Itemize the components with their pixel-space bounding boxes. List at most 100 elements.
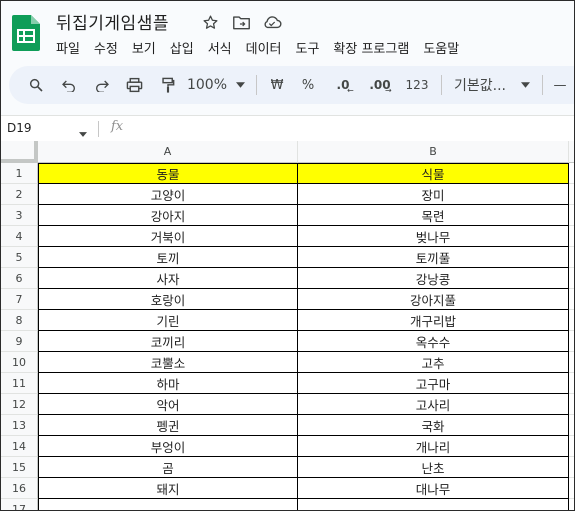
cell-empty[interactable] — [569, 373, 574, 394]
cell-plant[interactable]: 난초 — [298, 457, 569, 478]
cell-empty[interactable] — [569, 163, 574, 184]
cloud-saved-icon[interactable] — [261, 12, 283, 32]
column-header-c[interactable] — [569, 141, 574, 163]
chevron-down-icon[interactable] — [514, 72, 536, 98]
row-header[interactable]: 8 — [1, 310, 38, 331]
menu-data[interactable]: 데이터 — [246, 37, 282, 58]
zoom-value[interactable]: 100% — [184, 72, 230, 98]
cell-animal[interactable]: 사자 — [38, 268, 298, 289]
row-header[interactable]: 17 — [1, 499, 38, 510]
cell-empty[interactable] — [569, 184, 574, 205]
cell-empty[interactable] — [569, 394, 574, 415]
cell-empty[interactable] — [569, 310, 574, 331]
search-menus-icon[interactable] — [19, 72, 52, 98]
menu-view[interactable]: 보기 — [132, 37, 156, 58]
row-header[interactable]: 13 — [1, 415, 38, 436]
redo-icon[interactable] — [85, 72, 118, 98]
font-select[interactable]: 기본값... — [448, 72, 514, 98]
cell-animal[interactable]: 강아지 — [38, 205, 298, 226]
cell-empty[interactable] — [569, 478, 574, 499]
cell-plant[interactable]: 개나리 — [298, 436, 569, 457]
print-icon[interactable] — [118, 72, 151, 98]
row-header[interactable]: 3 — [1, 205, 38, 226]
name-box[interactable]: D19 — [7, 121, 32, 135]
cell-animal[interactable]: 거북이 — [38, 226, 298, 247]
cell-empty[interactable] — [569, 436, 574, 457]
header-cell-animal[interactable]: 동물 — [38, 163, 298, 184]
cell-animal[interactable]: 하마 — [38, 373, 298, 394]
menu-file[interactable]: 파일 — [56, 37, 80, 58]
cell-empty[interactable] — [569, 499, 574, 510]
row-header[interactable]: 12 — [1, 394, 38, 415]
chevron-down-icon[interactable] — [79, 122, 87, 141]
cell-animal[interactable]: 부엉이 — [38, 436, 298, 457]
column-header-a[interactable]: A — [38, 141, 298, 163]
row-header[interactable]: 6 — [1, 268, 38, 289]
cell-plant[interactable]: 강낭콩 — [298, 268, 569, 289]
menu-format[interactable]: 서식 — [208, 37, 232, 58]
star-icon[interactable] — [199, 12, 221, 32]
decrease-font-size-button[interactable]: — — [549, 72, 571, 98]
menu-tools[interactable]: 도구 — [296, 37, 320, 58]
cell-empty[interactable] — [569, 247, 574, 268]
cell-animal[interactable]: 악어 — [38, 394, 298, 415]
cell-animal[interactable]: 돼지 — [38, 478, 298, 499]
move-to-folder-icon[interactable] — [230, 12, 252, 32]
cell-plant[interactable]: 옥수수 — [298, 331, 569, 352]
row-header[interactable]: 5 — [1, 247, 38, 268]
cell-plant[interactable]: 대나무 — [298, 478, 569, 499]
cell-empty[interactable] — [569, 205, 574, 226]
cell-animal[interactable]: 토끼 — [38, 247, 298, 268]
cell-plant[interactable]: 국화 — [298, 415, 569, 436]
sheets-logo[interactable] — [12, 15, 40, 51]
select-all-corner[interactable] — [1, 141, 38, 163]
row-header[interactable]: 11 — [1, 373, 38, 394]
cell-plant[interactable]: 강아지풀 — [298, 289, 569, 310]
row-header[interactable]: 9 — [1, 331, 38, 352]
menu-insert[interactable]: 삽입 — [170, 37, 194, 58]
percent-format-button[interactable]: % — [291, 72, 325, 98]
decrease-decimal-button[interactable]: .0 ← — [325, 72, 361, 98]
row-header[interactable]: 10 — [1, 352, 38, 373]
row-header[interactable]: 15 — [1, 457, 38, 478]
undo-icon[interactable] — [52, 72, 85, 98]
cell-empty[interactable] — [569, 268, 574, 289]
cell-plant[interactable]: 고추 — [298, 352, 569, 373]
more-formats-button[interactable]: 123 — [399, 72, 435, 98]
cell-animal[interactable]: 기린 — [38, 310, 298, 331]
cell-animal[interactable]: 곰 — [38, 457, 298, 478]
cell-animal[interactable]: 코뿔소 — [38, 352, 298, 373]
header-cell-plant[interactable]: 식물 — [298, 163, 569, 184]
cell-animal[interactable] — [38, 499, 298, 510]
chevron-down-icon[interactable] — [230, 72, 250, 98]
currency-format-button[interactable]: ₩ — [263, 72, 291, 98]
cell-animal[interactable]: 고양이 — [38, 184, 298, 205]
row-header[interactable]: 16 — [1, 478, 38, 499]
cell-animal[interactable]: 호랑이 — [38, 289, 298, 310]
document-title[interactable]: 뒤집기게임샘플 — [56, 9, 169, 34]
formula-input[interactable] — [135, 116, 565, 141]
cell-empty[interactable] — [569, 415, 574, 436]
cell-plant[interactable]: 개구리밥 — [298, 310, 569, 331]
cell-plant[interactable]: 고구마 — [298, 373, 569, 394]
cell-plant[interactable] — [298, 499, 569, 510]
cell-plant[interactable]: 벚나무 — [298, 226, 569, 247]
cell-empty[interactable] — [569, 289, 574, 310]
paint-format-icon[interactable] — [151, 72, 184, 98]
menu-extensions[interactable]: 확장 프로그램 — [333, 37, 409, 58]
row-header[interactable]: 4 — [1, 226, 38, 247]
cell-empty[interactable] — [569, 352, 574, 373]
row-header[interactable]: 14 — [1, 436, 38, 457]
cell-empty[interactable] — [569, 226, 574, 247]
cell-empty[interactable] — [569, 331, 574, 352]
menu-help[interactable]: 도움말 — [423, 37, 459, 58]
cell-empty[interactable] — [569, 457, 574, 478]
cell-plant[interactable]: 고사리 — [298, 394, 569, 415]
cell-plant[interactable]: 장미 — [298, 184, 569, 205]
row-header[interactable]: 2 — [1, 184, 38, 205]
cell-plant[interactable]: 목련 — [298, 205, 569, 226]
cell-animal[interactable]: 코끼리 — [38, 331, 298, 352]
row-header[interactable]: 7 — [1, 289, 38, 310]
menu-edit[interactable]: 수정 — [94, 37, 118, 58]
cell-animal[interactable]: 펭귄 — [38, 415, 298, 436]
